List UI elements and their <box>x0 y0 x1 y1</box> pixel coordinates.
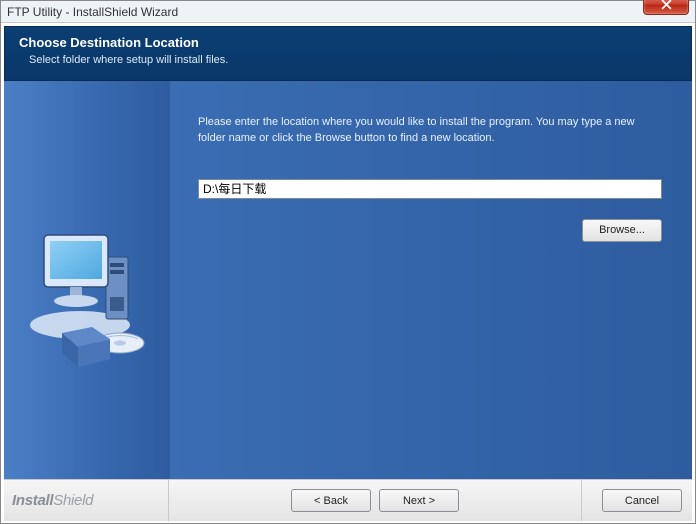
cancel-button[interactable]: Cancel <box>602 489 682 512</box>
titlebar: FTP Utility - InstallShield Wizard <box>1 1 695 23</box>
browse-button[interactable]: Browse... <box>582 219 662 242</box>
footer-nav: < Back Next > <box>168 480 582 521</box>
window-title: FTP Utility - InstallShield Wizard <box>7 5 689 19</box>
close-icon <box>661 0 672 10</box>
install-path-input[interactable] <box>198 179 662 199</box>
next-button[interactable]: Next > <box>379 489 459 512</box>
body: Choose Destination Location Select folde… <box>1 23 695 523</box>
header-title: Choose Destination Location <box>19 35 677 50</box>
main-area: Please enter the location where you woul… <box>4 81 692 479</box>
instruction-text: Please enter the location where you woul… <box>198 115 662 147</box>
path-row <box>198 179 662 199</box>
installshield-brand: InstallShield <box>12 492 168 509</box>
side-panel <box>4 81 170 479</box>
installer-window: FTP Utility - InstallShield Wizard Choos… <box>0 0 696 524</box>
content-panel: Please enter the location where you woul… <box>170 81 692 479</box>
wizard-header: Choose Destination Location Select folde… <box>4 26 692 81</box>
close-button[interactable] <box>643 0 689 15</box>
back-button[interactable]: < Back <box>291 489 371 512</box>
installer-illustration-icon <box>22 215 152 385</box>
footer: InstallShield < Back Next > Cancel <box>4 479 692 521</box>
header-subtitle: Select folder where setup will install f… <box>19 54 677 66</box>
